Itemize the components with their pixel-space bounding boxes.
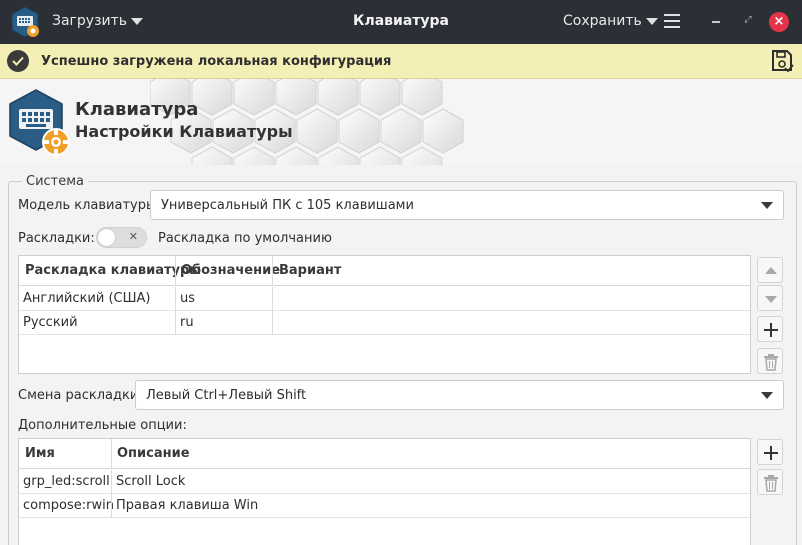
close-icon[interactable]: × (769, 12, 789, 32)
column-header-code[interactable]: Обозначение (181, 263, 280, 278)
cell-option-name: compose:rwin (23, 498, 114, 513)
save-icon[interactable] (770, 49, 794, 73)
column-header-description[interactable]: Описание (117, 446, 190, 461)
plus-icon (764, 446, 778, 460)
banner-title: Клавиатура (75, 99, 199, 120)
cell-code: ru (180, 315, 194, 330)
move-down-button[interactable] (757, 285, 783, 311)
layout-switch-value: Левый Ctrl+Левый Shift (146, 388, 307, 403)
table-row[interactable]: grp_led:scroll Scroll Lock (19, 470, 750, 494)
column-divider (111, 470, 112, 518)
load-label: Загрузить (52, 13, 128, 29)
system-group-title: Система (22, 174, 89, 189)
header-banner: Клавиатура Настройки Клавиатуры (0, 79, 802, 165)
move-up-button[interactable] (757, 257, 783, 283)
layouts-table-header: Раскладка клавиатуры Обозначение Вариант (19, 256, 750, 286)
save-label: Сохранить (563, 13, 642, 29)
chevron-down-icon (645, 18, 658, 25)
cell-option-name: grp_led:scroll (23, 474, 110, 489)
cell-option-description: Scroll Lock (116, 474, 186, 489)
column-divider (111, 439, 112, 469)
minimize-icon[interactable] (712, 21, 720, 23)
column-divider (272, 287, 273, 335)
column-divider (175, 287, 176, 335)
load-menu-button[interactable]: Загрузить (52, 13, 144, 29)
toggle-off-icon: ✕ (128, 230, 138, 243)
table-row[interactable]: Русский ru (19, 311, 750, 335)
column-divider (175, 256, 176, 286)
plus-icon (764, 323, 778, 337)
keyboard-model-select[interactable]: Универсальный ПК с 105 клавишами (150, 190, 784, 220)
info-message: Успешно загружена локальная конфигурация (41, 54, 392, 69)
default-layout-toggle[interactable]: ✕ (96, 227, 147, 248)
title-bar: Загрузить Клавиатура Сохранить ⤢ × (0, 0, 802, 44)
add-option-button[interactable] (757, 439, 783, 465)
column-header-name[interactable]: Имя (25, 446, 55, 461)
keyboard-model-label: Модель клавиатуры: (18, 198, 161, 213)
cell-option-description: Правая клавиша Win (116, 498, 259, 513)
trash-icon (764, 475, 778, 492)
layout-switch-select[interactable]: Левый Ctrl+Левый Shift (135, 380, 784, 410)
cell-layout: Английский (США) (23, 291, 151, 306)
remove-layout-button[interactable] (757, 348, 783, 374)
keyboard-app-icon (10, 6, 40, 38)
arrow-down-icon (765, 296, 777, 303)
hamburger-menu-icon[interactable] (664, 14, 680, 28)
layout-switch-label: Смена раскладки: (18, 388, 143, 403)
check-circle-icon (7, 50, 29, 72)
arrow-up-icon (765, 267, 777, 274)
layouts-table: Раскладка клавиатуры Обозначение Вариант… (18, 255, 751, 374)
toggle-knob (98, 229, 115, 246)
chevron-down-icon (761, 392, 773, 399)
chevron-down-icon (761, 202, 773, 209)
keyboard-model-value: Универсальный ПК с 105 клавишами (161, 198, 414, 213)
table-row[interactable]: compose:rwin Правая клавиша Win (19, 494, 750, 518)
options-table-header: Имя Описание (19, 439, 750, 469)
table-row[interactable]: Английский (США) us (19, 287, 750, 311)
banner-subtitle: Настройки Клавиатуры (75, 122, 293, 141)
cell-code: us (180, 291, 196, 306)
save-menu-button[interactable]: Сохранить (563, 13, 658, 29)
add-layout-button[interactable] (757, 316, 783, 342)
default-layout-label: Раскладка по умолчанию (158, 231, 332, 246)
chevron-down-icon (131, 18, 144, 25)
extra-options-label: Дополнительные опции: (18, 418, 187, 433)
column-header-variant[interactable]: Вариант (279, 263, 341, 278)
info-bar: Успешно загружена локальная конфигурация (0, 44, 802, 79)
options-table: Имя Описание grp_led:scroll Scroll Lock … (18, 438, 751, 545)
maximize-icon[interactable]: ⤢ (743, 15, 753, 25)
cell-layout: Русский (23, 315, 78, 330)
remove-option-button[interactable] (757, 469, 783, 495)
keyboard-settings-logo-icon (8, 88, 72, 158)
column-divider (272, 256, 273, 286)
trash-icon (764, 354, 778, 371)
layouts-label: Раскладки: (18, 231, 95, 246)
